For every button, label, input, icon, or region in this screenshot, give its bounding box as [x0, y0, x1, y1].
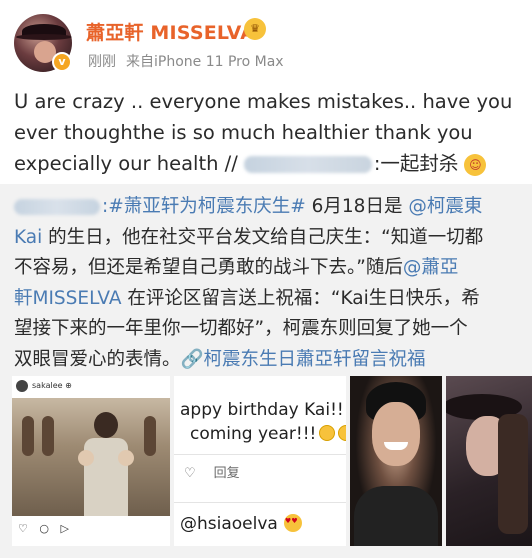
- repost-line-6-text: 双眼冒爱心的表情。: [14, 348, 181, 370]
- birthday-text-line-2-text: coming year!!!: [190, 424, 317, 444]
- image-grid: sakalee ⊕ ♡ ○ ▷ appy birthday Kai!!! com…: [0, 376, 532, 546]
- avatar-hat-brim: [16, 34, 72, 40]
- post-header: v 蕭亞軒 MISSELVA ♛ 刚刚 来自iPhone 11 Pro Max: [0, 0, 532, 80]
- repost-line-3-text: 不容易，但还是希望自己勇敢的战斗下去。”随后: [14, 257, 403, 278]
- repost-text: :#萧亚轩为柯震东庆生# 6月18日是 @柯震東 Kai 的生日，他在社交平台发…: [14, 192, 522, 375]
- boxer-body: [84, 438, 128, 516]
- punching-bag: [144, 416, 156, 456]
- post-line-2: ever thoughthe is so much healthier than…: [14, 121, 473, 144]
- post-source: 来自iPhone 11 Pro Max: [126, 54, 284, 70]
- boxer-figure: [78, 412, 134, 516]
- reply-label: 回复: [213, 466, 240, 481]
- actor-shirt: [354, 486, 438, 546]
- mention-link-elva[interactable]: @蕭亞: [403, 257, 459, 278]
- member-crown-icon[interactable]: ♛: [244, 18, 266, 40]
- punching-bag: [22, 416, 34, 456]
- repost-line-2: Kai 的生日，他在社交平台发文给自己庆生：“知道一切都: [14, 223, 522, 254]
- divider: [174, 454, 346, 455]
- post-line-1: U are crazy .. everyone makes mistakes..…: [14, 90, 513, 113]
- post-body: U are crazy .. everyone makes mistakes..…: [14, 86, 522, 179]
- image-singer-portrait[interactable]: [446, 376, 532, 546]
- ig-action-icons: ♡ ○ ▷: [18, 522, 73, 535]
- post-meta: 刚刚 来自iPhone 11 Pro Max: [88, 51, 284, 71]
- mention-comment: @hsiaoelva: [180, 514, 302, 534]
- repost-line-6: 双眼冒爱心的表情。🔗柯震东生日蕭亞轩留言祝福: [14, 345, 522, 376]
- post-time: 刚刚: [88, 54, 116, 70]
- mention-link-elva-cont[interactable]: 軒MISSELVA: [14, 288, 122, 309]
- blurred-source-name: [14, 199, 100, 215]
- boxing-glove: [78, 450, 94, 466]
- repost-line-1: :#萧亚轩为柯震东庆生# 6月18日是 @柯震東: [14, 192, 522, 223]
- image-actor-portrait[interactable]: [350, 376, 442, 546]
- actor-photo: [350, 376, 442, 546]
- ig-avatar: [16, 380, 28, 392]
- repost-line-5: 望接下来的一年里你一切都好”，柯震东则回复了她一个: [14, 318, 468, 339]
- mention-link-kai-cont[interactable]: Kai: [14, 227, 42, 248]
- repost-line-4-text: 在评论区留言送上祝福：“Kai生日快乐，希: [121, 287, 480, 309]
- actor-face: [372, 402, 420, 466]
- divider: [174, 502, 346, 503]
- post-line-3-text: expecially our health //: [14, 152, 238, 175]
- repost-line-3: 不容易，但还是希望自己勇敢的战斗下去。”随后@蕭亞: [14, 253, 522, 284]
- smile-emoji-icon: [338, 425, 346, 441]
- username[interactable]: 蕭亞軒 MISSELVA: [86, 18, 255, 45]
- punching-bag: [42, 416, 54, 456]
- singer-photo: [446, 376, 532, 546]
- image-instagram-post[interactable]: sakalee ⊕ ♡ ○ ▷: [12, 376, 170, 546]
- mention-comment-text: @hsiaoelva: [180, 514, 278, 534]
- topic-link[interactable]: 🔗柯震东生日蕭亞轩留言祝福: [181, 349, 426, 370]
- repost-line-4: 軒MISSELVA 在评论区留言送上祝福：“Kai生日快乐，希: [14, 284, 522, 315]
- hashtag-link[interactable]: :#萧亚轩为柯震东庆生#: [102, 196, 306, 217]
- singer-hair: [498, 414, 528, 534]
- boxer-head: [94, 412, 118, 438]
- reply-row: ♡ 回复: [184, 462, 240, 481]
- repost-line-1-text: 6月18日是: [305, 196, 409, 217]
- repost-line-2-text: 的生日，他在社交平台发文给自己庆生：“知道一切都: [42, 226, 484, 248]
- verified-badge-icon: v: [52, 52, 72, 72]
- boxing-glove: [118, 450, 134, 466]
- post-line-3-tail: :一起封杀: [373, 152, 459, 175]
- ig-header: sakalee ⊕: [16, 380, 166, 394]
- heart-eyes-emoji-icon: [283, 514, 302, 532]
- post-line-3: expecially our health // :一起封杀 ☺: [14, 148, 522, 179]
- blurred-username: [243, 156, 372, 173]
- birthday-text-line-2: coming year!!!: [190, 424, 346, 444]
- smile-emoji-icon: [319, 425, 336, 441]
- heart-icon: ♡: [184, 466, 196, 481]
- mention-link-kai[interactable]: @柯震東: [408, 196, 482, 217]
- image-birthday-comment[interactable]: appy birthday Kai!!! coming year!!! ♡ 回复 …: [174, 376, 346, 546]
- gym-photo: [12, 398, 170, 516]
- birthday-text-line-1: appy birthday Kai!!!: [180, 400, 346, 420]
- ig-username: sakalee ⊕: [32, 381, 72, 390]
- drooling-face-emoji-icon: ☺: [464, 153, 487, 176]
